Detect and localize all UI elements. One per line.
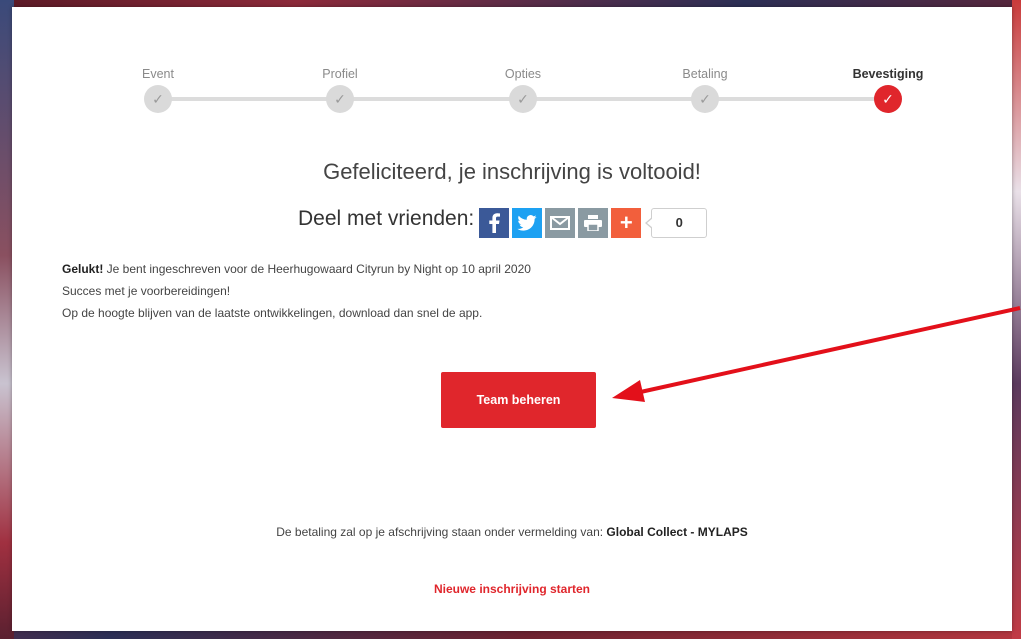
annotation-arrow-icon	[612, 306, 1021, 402]
